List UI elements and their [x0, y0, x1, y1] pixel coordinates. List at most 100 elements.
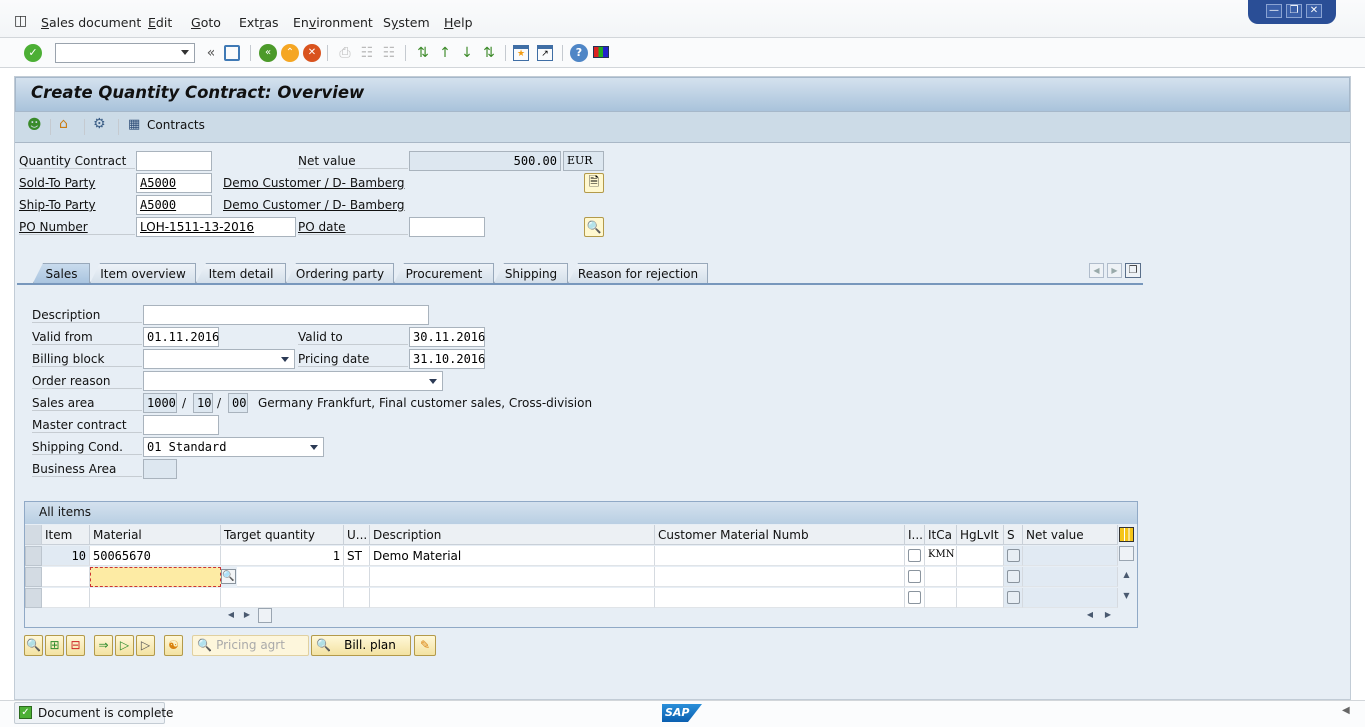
valid-from-input[interactable]: 01.11.2016: [143, 327, 219, 347]
create-session-icon[interactable]: ★: [513, 45, 529, 61]
table-cell-description[interactable]: Demo Material: [370, 546, 655, 566]
column-header-customer-material[interactable]: Customer Material Numb: [655, 525, 905, 545]
tab-procurement[interactable]: Procurement: [394, 263, 494, 283]
menu-edit[interactable]: Edit: [148, 15, 172, 30]
column-header-s[interactable]: S: [1004, 525, 1023, 545]
minimize-icon[interactable]: —: [1266, 4, 1282, 18]
table-cell-hglvit[interactable]: [957, 567, 1004, 587]
table-cell-target-quantity[interactable]: [221, 588, 344, 608]
deselect-all-icon[interactable]: ▷: [136, 635, 155, 656]
table-cell-material[interactable]: [90, 588, 221, 608]
valid-to-input[interactable]: 30.11.2016: [409, 327, 485, 347]
menu-help[interactable]: Help: [444, 15, 473, 30]
status-expand-icon[interactable]: ◀: [1342, 705, 1350, 716]
cancel-icon[interactable]: ✕: [303, 44, 321, 62]
tab-item-overview[interactable]: Item overview: [90, 263, 196, 283]
column-header-itca[interactable]: ItCa: [925, 525, 957, 545]
tab-shipping[interactable]: Shipping: [494, 263, 568, 283]
checkbox[interactable]: [908, 570, 921, 583]
table-settings-icon[interactable]: [1119, 527, 1134, 542]
select-block-icon[interactable]: ▷: [115, 635, 134, 656]
contracts-icon[interactable]: ▦: [128, 117, 140, 132]
table-cell-itca[interactable]: [925, 588, 957, 608]
customize-layout-icon[interactable]: [593, 46, 609, 58]
next-page-icon[interactable]: ↓: [458, 44, 476, 62]
display-document-icon[interactable]: ⚙: [93, 116, 106, 132]
row-selector[interactable]: [25, 588, 42, 608]
quantity-contract-input[interactable]: [136, 151, 212, 171]
chevron-down-icon[interactable]: [429, 379, 437, 384]
ship-to-party-name[interactable]: Demo Customer / D- Bamberg: [223, 198, 404, 212]
command-field[interactable]: [55, 43, 195, 63]
select-all-cell[interactable]: [25, 525, 42, 545]
tab-scroll-right-icon[interactable]: ▶: [1107, 263, 1122, 278]
menu-environment[interactable]: Environment: [293, 15, 373, 30]
po-number-input[interactable]: LOH-1511-13-2016: [136, 217, 296, 237]
search-help-icon[interactable]: 🔍: [221, 569, 236, 584]
row-selector[interactable]: [25, 567, 42, 587]
last-page-icon[interactable]: ⇅: [480, 44, 498, 62]
menu-icon[interactable]: ◫: [14, 13, 27, 29]
scroll-left-icon[interactable]: ◀: [225, 610, 237, 622]
sold-to-party-name[interactable]: Demo Customer / D- Bamberg: [223, 176, 404, 190]
menu-sales-document[interactable]: Sales document: [41, 15, 141, 30]
checkbox[interactable]: [908, 549, 921, 562]
scroll-down-icon[interactable]: ▼: [1119, 591, 1134, 606]
scroll-right-icon[interactable]: ▶: [241, 610, 253, 622]
table-cell-unit[interactable]: [344, 588, 370, 608]
column-header-i[interactable]: I...: [905, 525, 925, 545]
table-cell-hglvit[interactable]: [957, 588, 1004, 608]
exit-icon[interactable]: ⌃: [281, 44, 299, 62]
ship-to-party-label[interactable]: Ship-To Party: [19, 198, 96, 212]
menu-goto[interactable]: Goto: [191, 15, 221, 30]
restore-icon[interactable]: ❐: [1286, 4, 1302, 18]
edit-notes-icon[interactable]: ✎: [414, 635, 436, 656]
delete-row-icon[interactable]: ⊟: [66, 635, 85, 656]
table-cell-customer-material[interactable]: [655, 546, 905, 566]
tab-ordering-party[interactable]: Ordering party: [286, 263, 394, 283]
back-icon[interactable]: «: [259, 44, 277, 62]
row-selector[interactable]: [25, 546, 42, 566]
vertical-scroll-thumb[interactable]: [1119, 546, 1134, 561]
table-cell-description[interactable]: [370, 567, 655, 587]
scroll-right-icon[interactable]: ▶: [1102, 610, 1114, 622]
contracts-button[interactable]: Contracts: [147, 118, 205, 132]
tab-item-detail[interactable]: Item detail: [196, 263, 286, 283]
user-icon[interactable]: ☻: [27, 117, 42, 133]
menu-system[interactable]: System: [383, 15, 430, 30]
first-page-icon[interactable]: ⇅: [414, 44, 432, 62]
table-cell-itca[interactable]: [925, 567, 957, 587]
table-cell-customer-material[interactable]: [655, 567, 905, 587]
chevron-down-icon[interactable]: [181, 50, 189, 55]
menu-extras[interactable]: Extras: [239, 15, 279, 30]
tab-list-icon[interactable]: ❐: [1125, 263, 1141, 278]
tab-scroll-left-icon[interactable]: ◀: [1089, 263, 1104, 278]
table-cell-description[interactable]: [370, 588, 655, 608]
table-cell-hglvit[interactable]: [957, 546, 1004, 566]
sold-to-party-label[interactable]: Sold-To Party: [19, 176, 95, 190]
close-icon[interactable]: ✕: [1306, 4, 1322, 18]
select-all-icon[interactable]: ⇒: [94, 635, 113, 656]
item-details-icon[interactable]: 🔍: [24, 635, 43, 656]
bill-plan-button[interactable]: 🔍 Bill. plan: [311, 635, 411, 656]
column-header-description[interactable]: Description: [370, 525, 655, 545]
po-date-input[interactable]: [409, 217, 485, 237]
table-cell-customer-material[interactable]: [655, 588, 905, 608]
display-detail-icon[interactable]: 🔍: [584, 217, 604, 237]
help-icon[interactable]: ?: [570, 44, 588, 62]
document-icon[interactable]: 🗎: [584, 173, 604, 193]
pricing-date-input[interactable]: 31.10.2016: [409, 349, 485, 369]
order-reason-select[interactable]: [143, 371, 443, 391]
shortcut-icon[interactable]: ↗: [537, 45, 553, 61]
po-number-label[interactable]: PO Number: [19, 220, 135, 235]
sold-to-party-input[interactable]: A5000: [136, 173, 212, 193]
scroll-left-icon[interactable]: ◀: [1084, 610, 1096, 622]
billing-block-select[interactable]: [143, 349, 295, 369]
column-header-hglvit[interactable]: HgLvIt: [957, 525, 1004, 545]
po-date-label[interactable]: PO date: [298, 220, 408, 235]
chevron-down-icon[interactable]: [281, 357, 289, 362]
table-cell-material-focused[interactable]: [90, 567, 221, 587]
ship-to-party-input[interactable]: A5000: [136, 195, 212, 215]
enter-icon[interactable]: ✓: [24, 44, 42, 62]
previous-page-icon[interactable]: ↑: [436, 44, 454, 62]
